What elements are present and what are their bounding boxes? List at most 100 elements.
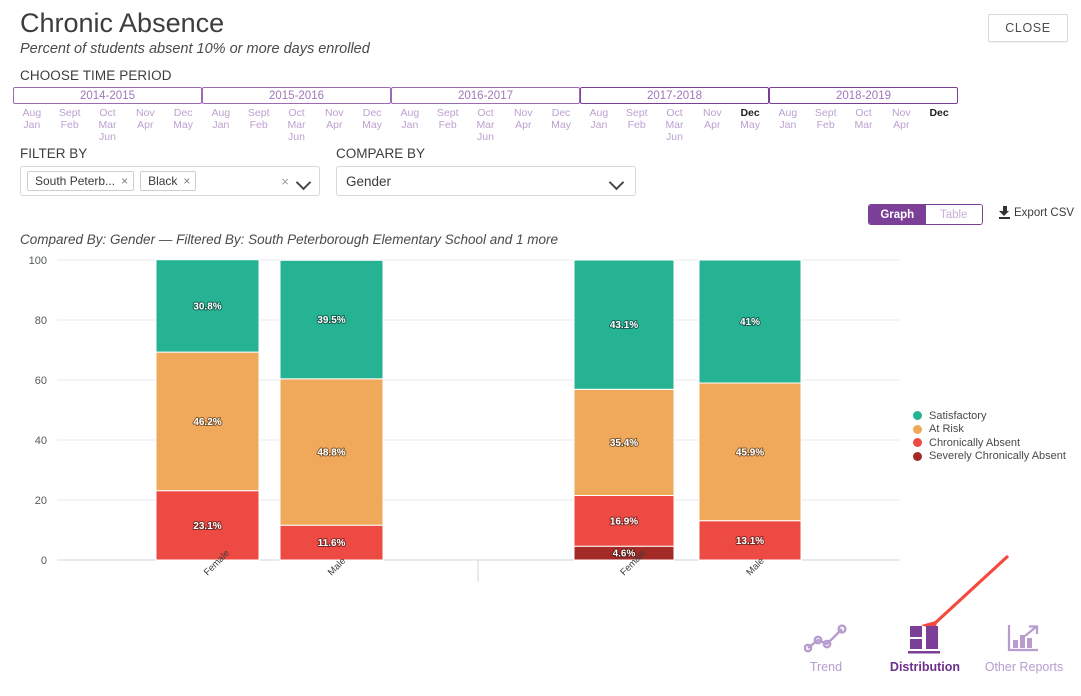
months-row: Aug Jan Sept Feb Oct Mar Jun Nov Apr Dec May: [580, 107, 769, 143]
month-label: Aug: [211, 107, 231, 119]
y-axis-tick-label: 80: [35, 315, 47, 327]
legend-item[interactable]: Satisfactory: [913, 409, 1066, 423]
year-tab[interactable]: 2018-2019: [769, 87, 958, 104]
year-block-2017-2018[interactable]: 2017-2018 Aug Jan Sept Feb Oct Mar Jun Nov Apr Dec…: [580, 87, 769, 143]
month-label: Nov: [513, 107, 533, 119]
bar-segment-label: 23.1%: [193, 521, 221, 532]
close-button[interactable]: CLOSE: [988, 14, 1068, 42]
legend-item[interactable]: Chronically Absent: [913, 436, 1066, 450]
chevron-down-icon[interactable]: [611, 177, 624, 185]
month-label: Jan: [590, 119, 608, 131]
month-option[interactable]: Oct Mar Jun: [89, 107, 127, 143]
month-label: Oct: [288, 107, 305, 119]
month-label: Dec: [362, 107, 382, 119]
month-option[interactable]: Sept Feb: [51, 107, 89, 143]
month-option[interactable]: Oct Mar Jun: [656, 107, 694, 143]
compare-by-select[interactable]: Gender: [336, 166, 636, 196]
month-option[interactable]: Sept Feb: [429, 107, 467, 143]
month-label: Apr: [704, 119, 721, 131]
compare-by-value: Gender: [346, 173, 392, 189]
months-row: Aug Jan Sept Feb Oct Mar Jun Nov Apr Dec May: [202, 107, 391, 143]
bar-segment-label: 45.9%: [736, 447, 764, 458]
month-option[interactable]: Oct Mar Jun: [467, 107, 505, 143]
nav-item-trend[interactable]: Trend: [780, 620, 872, 674]
month-label: Dec: [929, 107, 949, 119]
bar-segment-label: 13.1%: [736, 536, 764, 547]
month-option[interactable]: Aug Jan: [202, 107, 240, 143]
year-block-2014-2015[interactable]: 2014-2015 Aug Jan Sept Feb Oct Mar Jun Nov Apr Dec…: [13, 87, 202, 143]
year-block-2016-2017[interactable]: 2016-2017 Aug Jan Sept Feb Oct Mar Jun Nov Apr Dec…: [391, 87, 580, 143]
month-option[interactable]: Dec: [920, 107, 958, 131]
remove-chip-icon[interactable]: ×: [183, 174, 190, 188]
month-option[interactable]: Aug Jan: [769, 107, 807, 131]
month-option[interactable]: Sept Feb: [618, 107, 656, 143]
month-option[interactable]: Nov Apr: [126, 107, 164, 143]
reports-chart-icon: [1005, 620, 1043, 656]
download-icon: [999, 206, 1010, 219]
filter-chip[interactable]: Black ×: [140, 171, 197, 191]
filter-by-label: FILTER BY: [20, 146, 88, 161]
legend-item[interactable]: Severely Chronically Absent: [913, 450, 1066, 464]
tab-table[interactable]: Table: [925, 205, 982, 224]
month-label: Feb: [438, 119, 457, 131]
month-option[interactable]: Oct Mar: [845, 107, 883, 131]
year-tab[interactable]: 2016-2017: [391, 87, 580, 104]
month-option[interactable]: Nov Apr: [504, 107, 542, 143]
nav-item-other-reports[interactable]: Other Reports: [978, 620, 1070, 674]
tab-graph[interactable]: Graph: [869, 205, 926, 224]
filter-chip-label: Black: [148, 174, 178, 188]
month-option[interactable]: Nov Apr: [693, 107, 731, 143]
month-option[interactable]: Nov Apr: [315, 107, 353, 143]
chevron-down-icon[interactable]: [298, 177, 311, 185]
export-csv-button[interactable]: Export CSV: [999, 206, 1074, 219]
month-label: Jan: [23, 119, 41, 131]
page-title: Chronic Absence: [20, 8, 225, 38]
year-tab[interactable]: 2014-2015: [13, 87, 202, 104]
legend-label: At Risk: [929, 423, 964, 436]
year-tab[interactable]: 2017-2018: [580, 87, 769, 104]
month-option[interactable]: Aug Jan: [580, 107, 618, 143]
year-block-2018-2019[interactable]: 2018-2019 Aug Jan Sept Feb Oct Mar Nov Apr Dec: [769, 87, 958, 137]
clear-all-filters-icon[interactable]: ×: [281, 174, 289, 189]
month-label: Aug: [778, 107, 798, 119]
month-label: Aug: [589, 107, 609, 119]
month-label: Oct: [855, 107, 872, 119]
month-option[interactable]: Dec May: [542, 107, 580, 143]
month-option[interactable]: Nov Apr: [882, 107, 920, 131]
bottom-navigation[interactable]: Trend Distribution Other Reports: [780, 620, 1070, 690]
month-label: Sept: [247, 107, 270, 119]
year-block-2015-2016[interactable]: 2015-2016 Aug Jan Sept Feb Oct Mar Jun Nov Apr Dec…: [202, 87, 391, 143]
month-option[interactable]: Aug Jan: [13, 107, 51, 143]
export-csv-label: Export CSV: [1014, 206, 1075, 219]
month-label: Mar: [287, 119, 306, 131]
month-option[interactable]: Aug Jan: [391, 107, 429, 143]
filter-by-control[interactable]: South Peterb... × Black × ×: [20, 166, 320, 196]
month-option[interactable]: Dec May: [353, 107, 391, 143]
month-option[interactable]: Dec May: [731, 107, 769, 143]
month-label: Feb: [627, 119, 646, 131]
months-row: Aug Jan Sept Feb Oct Mar Jun Nov Apr Dec May: [13, 107, 202, 143]
line-chart-icon: [804, 620, 848, 656]
nav-item-label: Other Reports: [984, 660, 1064, 674]
filter-chip[interactable]: South Peterb... ×: [27, 171, 135, 191]
month-option[interactable]: Sept Feb: [807, 107, 845, 131]
time-period-selector[interactable]: 2014-2015 Aug Jan Sept Feb Oct Mar Jun Nov Apr Dec…: [13, 87, 958, 143]
view-mode-toggle[interactable]: Graph Table: [868, 204, 983, 225]
months-row: Aug Jan Sept Feb Oct Mar Nov Apr Dec: [769, 107, 958, 131]
stacked-bar-icon: [907, 620, 943, 656]
remove-chip-icon[interactable]: ×: [121, 174, 128, 188]
months-row: Aug Jan Sept Feb Oct Mar Jun Nov Apr Dec May: [391, 107, 580, 143]
month-option[interactable]: Dec May: [164, 107, 202, 143]
legend-item[interactable]: At Risk: [913, 423, 1066, 437]
month-option[interactable]: Sept Feb: [240, 107, 278, 143]
y-axis-tick-label: 40: [35, 435, 47, 447]
month-label: May: [173, 119, 193, 131]
nav-item-distribution[interactable]: Distribution: [879, 620, 971, 674]
month-label: Mar: [98, 119, 117, 131]
legend-color-swatch: [913, 411, 922, 421]
nav-item-label: Distribution: [889, 660, 961, 674]
month-label: Mar: [665, 119, 684, 131]
month-label: Apr: [515, 119, 532, 131]
month-option[interactable]: Oct Mar Jun: [278, 107, 316, 143]
year-tab[interactable]: 2015-2016: [202, 87, 391, 104]
